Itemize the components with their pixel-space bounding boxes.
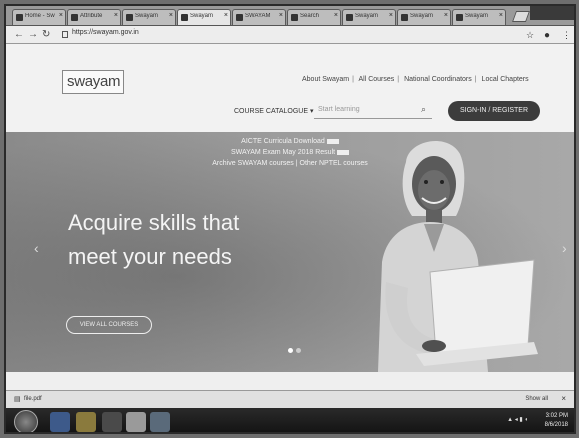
bookmark-star-icon[interactable]: ☆ (526, 30, 534, 41)
carousel-dot-2[interactable] (296, 348, 301, 353)
system-tray-icons[interactable]: ▲ ◂ ▮ ◖ (507, 416, 528, 423)
logo-text: swayam (67, 73, 121, 90)
tab-label: SWAYAM (245, 13, 271, 19)
new-tab-button[interactable] (511, 11, 531, 22)
close-tab-icon[interactable]: × (59, 12, 63, 19)
nav-about[interactable]: About Swayam (302, 76, 349, 83)
signin-label: SIGN-IN / REGISTER (459, 107, 529, 114)
tab-label: Home - Sw (25, 13, 55, 19)
search-placeholder: Start learning (318, 106, 360, 113)
favicon-icon (456, 14, 463, 21)
menu-icon[interactable]: ⋮ (562, 30, 571, 41)
tab-label: Swayam (465, 13, 489, 19)
favicon-icon (236, 14, 243, 21)
swayam-logo[interactable]: swayam (62, 70, 124, 94)
back-icon[interactable]: ← (14, 29, 24, 40)
address-bar: ← → ↻ https://swayam.gov.in ☆ ● ⋮ (6, 26, 574, 44)
close-tab-icon[interactable]: × (224, 12, 228, 19)
hero-banner: AICTE Curricula Download SWAYAM Exam May… (6, 132, 574, 372)
hero-headline: Acquire skills that meet your needs (68, 210, 240, 269)
close-tab-icon[interactable]: × (279, 12, 283, 19)
chevron-down-icon: ▾ (309, 108, 314, 115)
signin-register-button[interactable]: SIGN-IN / REGISTER (448, 101, 540, 121)
tab-label: Swayam (135, 13, 159, 19)
nav-local-chapters[interactable]: Local Chapters (482, 76, 529, 83)
nav-coordinators[interactable]: National Coordinators (404, 76, 472, 83)
tab-6[interactable]: Swayam × (342, 9, 396, 25)
download-item[interactable]: file.pdf (24, 396, 42, 402)
chrome-icon[interactable] (126, 412, 146, 432)
course-catalogue-dropdown[interactable]: COURSE CATALOGUE ▾ (234, 107, 314, 115)
top-nav: About Swayam | All Courses | National Coor… (302, 76, 529, 83)
tab-3[interactable]: Swayam × (177, 9, 231, 25)
download-bar: ▤ file.pdf Show all × (6, 390, 574, 408)
site-header: swayam About Swayam | All Courses | Nation… (6, 44, 574, 132)
tab-label: Swayam (410, 13, 434, 19)
close-tab-icon[interactable]: × (169, 12, 173, 19)
close-tab-icon[interactable]: × (499, 12, 503, 19)
close-tab-icon[interactable]: × (389, 12, 393, 19)
folder-icon[interactable] (76, 412, 96, 432)
catalogue-label: COURSE CATALOGUE (234, 108, 309, 115)
favicon-icon (126, 14, 133, 21)
content-strip (6, 372, 574, 390)
favicon-icon (16, 14, 23, 21)
show-all-link[interactable]: Show all (525, 396, 548, 402)
url-field[interactable]: https://swayam.gov.in (62, 29, 502, 41)
favicon-icon (346, 14, 353, 21)
clock[interactable]: 3:02 PM 8/6/2018 (545, 412, 568, 430)
tab-label: Search (300, 13, 320, 19)
favicon-icon (71, 14, 78, 21)
close-icon[interactable]: × (561, 394, 566, 403)
close-tab-icon[interactable]: × (334, 12, 338, 19)
search-icon[interactable]: ⌕ (421, 104, 426, 115)
tab-7[interactable]: Swayam × (397, 9, 451, 25)
tab-1[interactable]: Attribute × (67, 9, 121, 25)
carousel-prev-icon[interactable]: ‹ (34, 240, 39, 256)
url-text: https://swayam.gov.in (72, 29, 139, 36)
lock-icon (62, 31, 68, 38)
taskbar: ▲ ◂ ▮ ◖ 3:02 PM 8/6/2018 (6, 408, 574, 432)
view-all-courses-button[interactable]: VIEW ALL COURSES (66, 316, 152, 334)
screen-frame: Home - Sw × Attribute × Swayam × Swayam … (4, 4, 576, 434)
search-input[interactable]: Start learning ⌕ (314, 102, 432, 119)
tab-4[interactable]: SWAYAM × (232, 9, 286, 25)
window-controls[interactable] (530, 6, 574, 20)
woman-with-laptop-image (378, 140, 538, 372)
nav-all-courses[interactable]: All Courses (358, 76, 394, 83)
tab-label: Swayam (190, 13, 214, 19)
tab-5[interactable]: Search × (287, 9, 341, 25)
tab-2[interactable]: Swayam × (122, 9, 176, 25)
tab-8[interactable]: Swayam × (452, 9, 506, 25)
tab-label: Swayam (355, 13, 379, 19)
app-icon[interactable] (150, 412, 170, 432)
favicon-icon (291, 14, 298, 21)
tab-label: Attribute (80, 13, 103, 19)
forward-icon[interactable]: → (28, 29, 38, 40)
favicon-icon (401, 14, 408, 21)
file-icon: ▤ (14, 396, 21, 403)
extension-icon[interactable]: ● (544, 30, 550, 41)
media-player-icon[interactable] (102, 412, 122, 432)
carousel-dots (288, 340, 304, 358)
tab-0[interactable]: Home - Sw × (12, 9, 66, 25)
carousel-dot-1[interactable] (288, 348, 293, 353)
start-button[interactable] (14, 410, 38, 432)
reload-icon[interactable]: ↻ (42, 29, 50, 40)
browser-tab-strip: Home - Sw × Attribute × Swayam × Swayam … (6, 6, 574, 26)
carousel-next-icon[interactable]: › (562, 240, 567, 256)
close-tab-icon[interactable]: × (114, 12, 118, 19)
ie-icon[interactable] (50, 412, 70, 432)
favicon-icon (181, 14, 188, 21)
close-tab-icon[interactable]: × (444, 12, 448, 19)
